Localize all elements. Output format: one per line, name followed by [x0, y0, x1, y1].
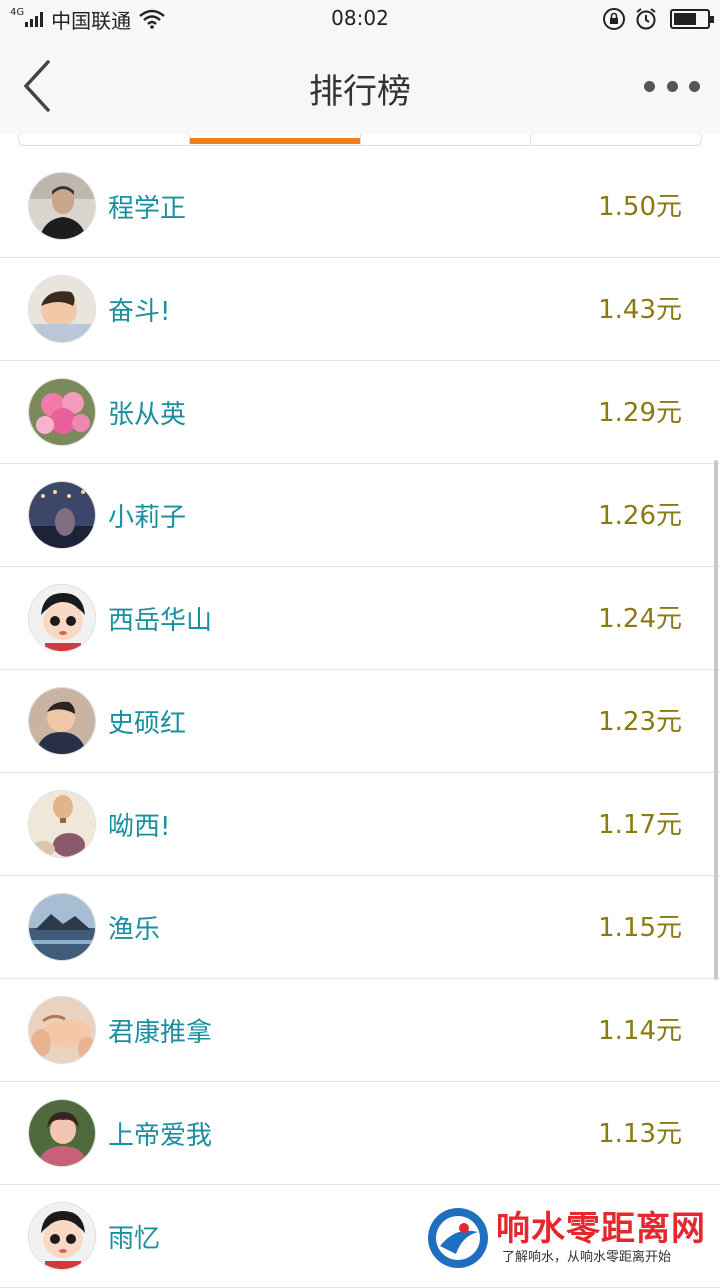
tab-2[interactable] [189, 134, 361, 145]
reward-amount: 1.50元 [598, 192, 682, 222]
tab-3[interactable] [361, 134, 532, 145]
ranking-row[interactable]: 小莉子 1.26元 [0, 464, 720, 567]
status-right [594, 6, 714, 32]
battery-icon [670, 9, 714, 29]
reward-amount: 1.23元 [598, 707, 682, 737]
cartoon-boy-avatar[interactable] [28, 1202, 96, 1270]
reward-amount: 1.14元 [598, 1016, 682, 1046]
reward-amount: 1.29元 [598, 398, 682, 428]
tab-4[interactable] [531, 134, 701, 145]
user-name: 张从英 [108, 400, 187, 430]
watermark: 响水零距离网 了解响水，从响水零距离开始 [426, 1200, 716, 1276]
ranking-list: 程学正 1.50元奋斗! 1.43元张从英 1.29元小莉子 1.26元西岳华山 1.24… [0, 155, 720, 1288]
pink-flowers-avatar[interactable] [28, 378, 96, 446]
user-name: 呦西! [108, 812, 171, 842]
ranking-row[interactable]: 史硕红 1.23元 [0, 670, 720, 773]
user-name: 上帝爱我 [108, 1121, 213, 1151]
child-avatar[interactable] [28, 275, 96, 343]
reward-amount: 1.26元 [598, 501, 682, 531]
user-name: 小莉子 [108, 503, 187, 533]
user-name: 史硕红 [108, 709, 187, 739]
reward-amount: 1.17元 [598, 810, 682, 840]
user-name: 君康推拿 [108, 1018, 213, 1048]
ranking-row[interactable]: 奋斗! 1.43元 [0, 258, 720, 361]
reward-amount: 1.15元 [598, 913, 682, 943]
ranking-row[interactable]: 西岳华山 1.24元 [0, 567, 720, 670]
nav-bar: 排行榜 [0, 38, 720, 134]
rotation-lock-icon [603, 8, 625, 30]
more-button[interactable] [644, 68, 700, 104]
user-name: 程学正 [108, 194, 187, 224]
seascape-avatar[interactable] [28, 893, 96, 961]
watermark-logo-icon [428, 1208, 488, 1268]
ranking-row[interactable]: 张从英 1.29元 [0, 361, 720, 464]
more-dot-icon [666, 80, 678, 92]
user-name: 雨忆 [108, 1224, 161, 1254]
reward-amount: 1.24元 [598, 604, 682, 634]
scrollbar[interactable] [714, 460, 718, 980]
tab-1[interactable] [19, 134, 190, 145]
ranking-row[interactable]: 上帝爱我 1.13元 [0, 1082, 720, 1185]
watermark-subtitle: 了解响水，从响水零距离开始 [502, 1250, 672, 1265]
massage-avatar[interactable] [28, 996, 96, 1064]
user-name: 奋斗! [108, 297, 171, 327]
more-dot-icon [689, 80, 700, 92]
status-bar: 4G 中国联通 08:02 [0, 0, 720, 38]
ranking-row[interactable]: 渔乐 1.15元 [0, 876, 720, 979]
ranking-row[interactable]: 呦西! 1.17元 [0, 773, 720, 876]
hot-air-balloon-avatar[interactable] [28, 790, 96, 858]
tab-strip [18, 134, 702, 146]
cartoon-boy-avatar[interactable] [28, 584, 96, 652]
man-portrait-avatar[interactable] [28, 172, 96, 240]
battery-fill [674, 13, 696, 25]
more-dot-icon [644, 80, 655, 92]
watermark-title: 响水零距离网 [496, 1209, 706, 1249]
night-lights-avatar[interactable] [28, 481, 96, 549]
ranking-row[interactable]: 程学正 1.50元 [0, 155, 720, 258]
ranking-row[interactable]: 君康推拿 1.14元 [0, 979, 720, 1082]
reward-amount: 1.13元 [598, 1119, 682, 1149]
page-title: 排行榜 [309, 72, 411, 112]
alarm-icon [636, 8, 656, 30]
baby-avatar[interactable] [28, 687, 96, 755]
girl-avatar[interactable] [28, 1099, 96, 1167]
reward-amount: 1.43元 [598, 295, 682, 325]
user-name: 西岳华山 [108, 606, 213, 636]
user-name: 渔乐 [108, 915, 161, 945]
